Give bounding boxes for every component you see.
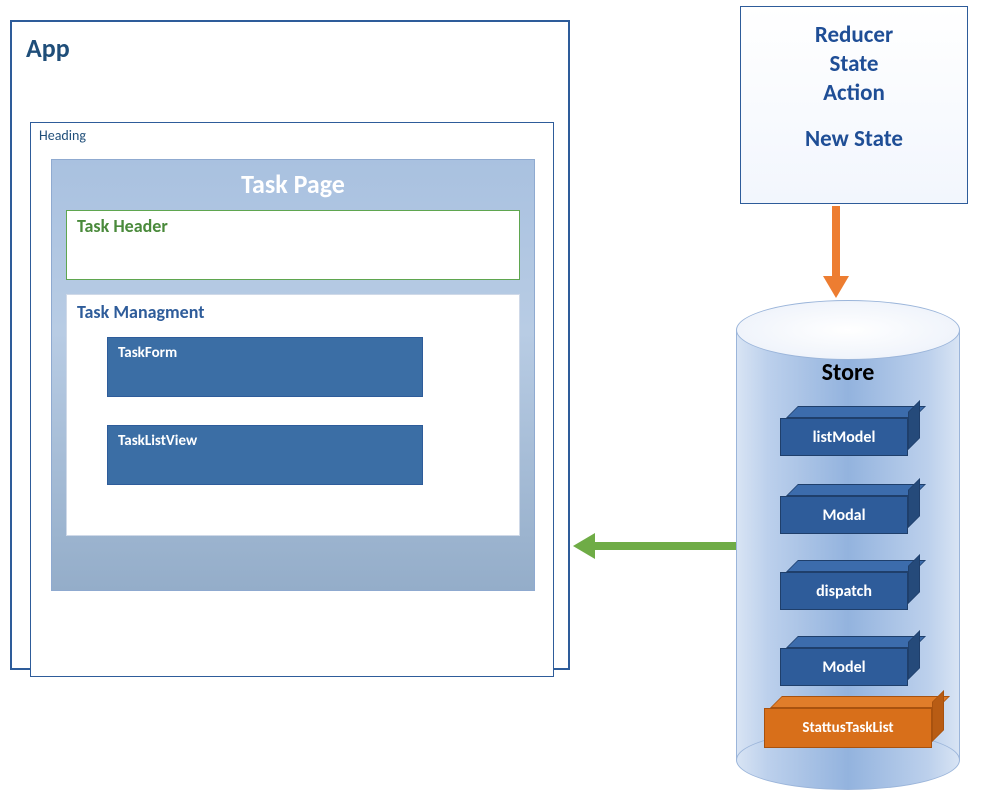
task-header-label: Task Header: [67, 211, 519, 241]
cube-dispatch-label: dispatch: [816, 582, 872, 601]
store-cylinder: Store listModel Modal dispatch Model: [736, 300, 960, 788]
reducer-line-new-state: New State: [741, 125, 967, 154]
cube-status-task-list-label: StattusTaskList: [802, 719, 893, 737]
cube-modal: Modal: [780, 496, 920, 546]
store-title: Store: [736, 358, 960, 387]
cube-list-model-label: listModel: [813, 428, 876, 447]
reducer-box: Reducer State Action New State: [740, 6, 968, 204]
cube-model-label: Model: [822, 658, 865, 677]
task-form-label: TaskForm: [118, 344, 412, 362]
heading-label: Heading: [31, 123, 553, 148]
task-page-title: Task Page: [52, 160, 534, 210]
reducer-line-action: Action: [741, 79, 967, 108]
task-list-view-label: TaskListView: [118, 432, 412, 450]
task-management-label: Task Managment: [77, 301, 509, 323]
cube-modal-label: Modal: [823, 506, 866, 525]
heading-container: Heading Task Page Task Header Task Manag…: [30, 122, 554, 677]
reducer-line-reducer: Reducer: [741, 21, 967, 50]
app-container: App Heading Task Page Task Header Task M…: [10, 20, 570, 670]
cube-dispatch: dispatch: [780, 572, 920, 622]
task-page: Task Page Task Header Task Managment Tas…: [51, 159, 535, 591]
cube-status-task-list: StattusTaskList: [764, 708, 950, 762]
arrow-store-to-app: [573, 533, 737, 559]
task-form-box: TaskForm: [107, 337, 423, 397]
cube-list-model: listModel: [780, 418, 920, 468]
reducer-line-state: State: [741, 50, 967, 79]
cube-model: Model: [780, 648, 920, 698]
task-management: Task Managment TaskForm TaskListView: [66, 294, 520, 536]
app-title: App: [12, 22, 568, 64]
task-list-view-box: TaskListView: [107, 425, 423, 485]
task-header: Task Header: [66, 210, 520, 280]
arrow-reducer-to-store: [823, 206, 849, 298]
